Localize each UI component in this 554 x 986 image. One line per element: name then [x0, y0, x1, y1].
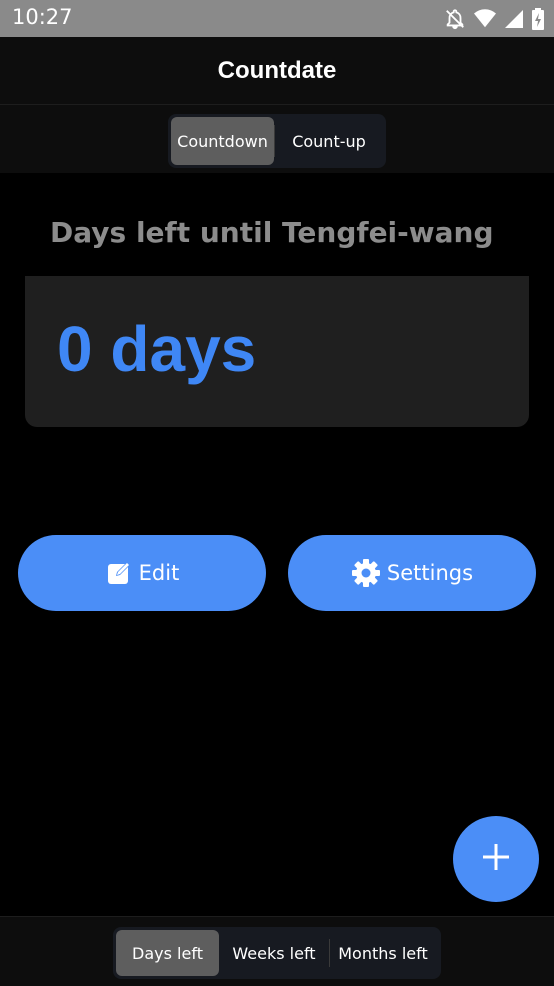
count-value: 0 days	[57, 313, 257, 385]
tab-months-left[interactable]: Months left	[330, 930, 436, 976]
edit-icon	[105, 559, 133, 587]
app-title: Countdate	[217, 56, 337, 84]
gear-icon	[351, 558, 381, 588]
signal-icon	[504, 9, 524, 29]
bottom-bar: Days left Weeks left Months left	[0, 916, 554, 986]
wifi-icon	[474, 9, 496, 29]
event-title: Days left until Tengfei-wang	[50, 216, 494, 249]
battery-charging-icon	[532, 8, 544, 30]
edit-button[interactable]: Edit	[18, 535, 266, 611]
app-bar: Countdate	[0, 37, 554, 105]
add-event-button[interactable]	[453, 816, 539, 902]
edit-label: Edit	[138, 561, 180, 585]
status-icons	[444, 7, 544, 31]
tab-count-up[interactable]: Count-up	[275, 117, 383, 165]
plus-icon	[481, 842, 511, 876]
count-card[interactable]: 0 days	[25, 276, 529, 427]
status-bar: 10:27	[0, 0, 554, 37]
settings-label: Settings	[386, 561, 474, 585]
tab-countdown[interactable]: Countdown	[171, 117, 274, 165]
status-time: 10:27	[12, 5, 73, 29]
tab-days-left[interactable]: Days left	[116, 930, 219, 976]
countdown-mode-tabs: Countdown Count-up	[168, 114, 386, 168]
tab-weeks-left[interactable]: Weeks left	[219, 930, 329, 976]
notifications-off-icon	[444, 8, 466, 30]
unit-tabs: Days left Weeks left Months left	[113, 927, 441, 979]
top-tabs-container: Countdown Count-up	[0, 105, 554, 173]
settings-button[interactable]: Settings	[288, 535, 536, 611]
